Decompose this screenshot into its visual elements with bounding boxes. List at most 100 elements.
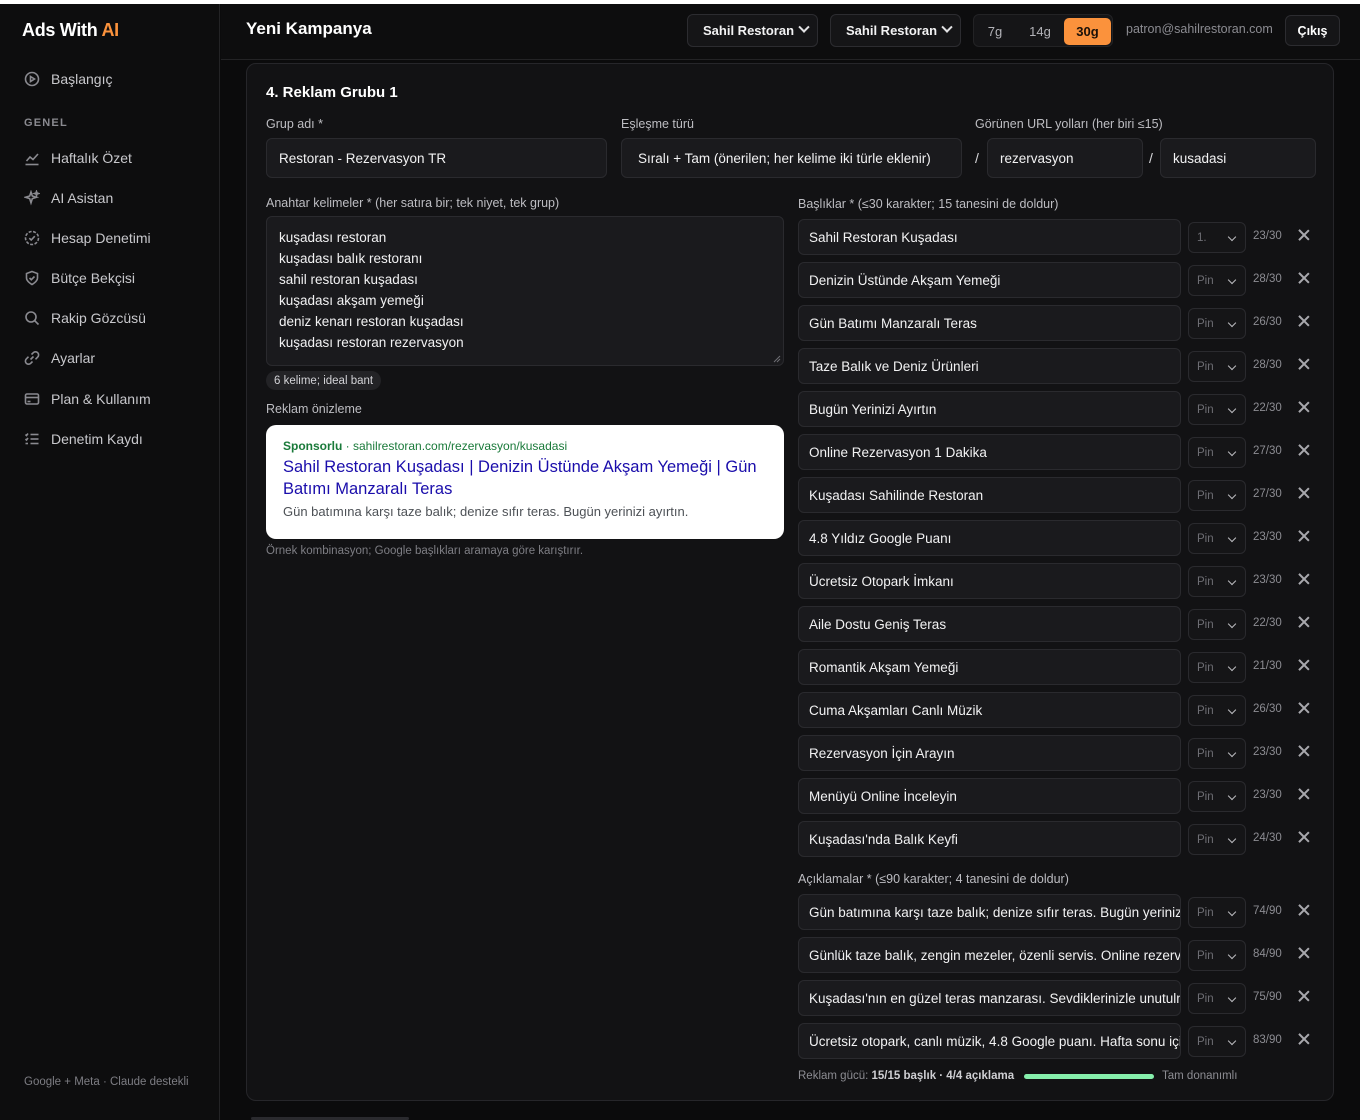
headline-input[interactable]: Online Rezervasyon 1 Dakika (798, 434, 1181, 470)
close-icon[interactable] (1298, 401, 1310, 413)
range-14d-button[interactable]: 14g (1021, 18, 1059, 45)
chevron-down-icon (1227, 950, 1237, 960)
close-icon[interactable] (1298, 315, 1310, 327)
pin-select[interactable]: Pin (1188, 738, 1246, 769)
brand-logo[interactable]: Ads With AI (22, 20, 119, 41)
chevron-down-icon (941, 21, 953, 33)
pin-select[interactable]: Pin (1188, 695, 1246, 726)
pin-select[interactable]: Pin (1188, 480, 1246, 511)
pin-select[interactable]: Pin (1188, 983, 1246, 1014)
url-path1-input[interactable]: rezervasyon (987, 138, 1143, 178)
pin-value: 1. (1197, 231, 1207, 244)
sidebar-item-label: Başlangıç (51, 71, 113, 87)
headline-input[interactable]: Romantik Akşam Yemeği (798, 649, 1181, 685)
pin-select[interactable]: Pin (1188, 523, 1246, 554)
headline-input[interactable]: Rezervasyon İçin Arayın (798, 735, 1181, 771)
pin-select[interactable]: Pin (1188, 265, 1246, 296)
pin-select[interactable]: Pin (1188, 897, 1246, 928)
headline-input[interactable]: Taze Balık ve Deniz Ürünleri (798, 348, 1181, 384)
close-icon[interactable] (1298, 272, 1310, 284)
pin-select[interactable]: Pin (1188, 308, 1246, 339)
close-icon[interactable] (1298, 616, 1310, 628)
headline-input[interactable]: Gün Batımı Manzaralı Teras (798, 305, 1181, 341)
close-icon[interactable] (1298, 702, 1310, 714)
pin-select[interactable]: Pin (1188, 394, 1246, 425)
sidebar-item-competitor-watch[interactable]: Rakip Gözcüsü (14, 303, 206, 333)
pin-select[interactable]: Pin (1188, 940, 1246, 971)
pin-value: Pin (1197, 661, 1214, 674)
range-30d-button[interactable]: 30g (1064, 18, 1111, 45)
headline-input[interactable]: Sahil Restoran Kuşadası (798, 219, 1181, 255)
chevron-down-icon (1227, 576, 1237, 586)
close-icon[interactable] (1298, 990, 1310, 1002)
headline-input[interactable]: 4.8 Yıldız Google Puanı (798, 520, 1181, 556)
headline-input[interactable]: Bugün Yerinizi Ayırtın (798, 391, 1181, 427)
char-count: 75/90 (1253, 991, 1282, 1003)
sidebar-item-ai-assistant[interactable]: AI Asistan (14, 183, 206, 213)
close-icon[interactable] (1298, 745, 1310, 757)
range-7d-button[interactable]: 7g (978, 18, 1012, 45)
account-select[interactable]: Sahil Restoran (687, 14, 818, 47)
close-icon[interactable] (1298, 530, 1310, 542)
match-type-select[interactable]: Sıralı + Tam (önerilen; her kelime iki t… (621, 138, 962, 178)
headline-input[interactable]: Kuşadası Sahilinde Restoran (798, 477, 1181, 513)
keywords-textarea[interactable]: kuşadası restoran kuşadası balık restora… (266, 216, 784, 366)
url-path2-input[interactable]: kusadasi (1160, 138, 1316, 178)
link-icon (24, 351, 40, 365)
pin-select[interactable]: 1. (1188, 222, 1246, 253)
sidebar-item-plan-usage[interactable]: Plan & Kullanım (14, 384, 206, 414)
campaign-select[interactable]: Sahil Restoran (830, 14, 961, 47)
resize-handle-icon[interactable] (772, 354, 781, 363)
sidebar-item-audit-log[interactable]: Denetim Kaydı (14, 424, 206, 454)
pin-select[interactable]: Pin (1188, 351, 1246, 382)
sidebar-item-budget-guard[interactable]: Bütçe Bekçisi (14, 263, 206, 293)
pin-select[interactable]: Pin (1188, 1026, 1246, 1057)
headline-input[interactable]: Aile Dostu Geniş Teras (798, 606, 1181, 642)
headline-input[interactable]: Menüyü Online İnceleyin (798, 778, 1181, 814)
sidebar-item-label: Rakip Gözcüsü (51, 310, 146, 326)
sidebar-item-account-audit[interactable]: Hesap Denetimi (14, 223, 206, 253)
headline-input[interactable]: Denizin Üstünde Akşam Yemeği (798, 262, 1181, 298)
close-icon[interactable] (1298, 659, 1310, 671)
pin-value: Pin (1197, 992, 1214, 1005)
shield-icon (25, 270, 39, 286)
description-input[interactable]: Günlük taze balık, zengin mezeler, özenl… (798, 937, 1181, 973)
char-count: 22/30 (1253, 402, 1282, 414)
pin-select[interactable]: Pin (1188, 824, 1246, 855)
pin-select[interactable]: Pin (1188, 781, 1246, 812)
close-icon[interactable] (1298, 831, 1310, 843)
keyword-count-badge: 6 kelime; ideal bant (266, 371, 382, 390)
headline-input[interactable]: Ücretsiz Otopark İmkanı (798, 563, 1181, 599)
pin-select[interactable]: Pin (1188, 566, 1246, 597)
sidebar-item-weekly-summary[interactable]: Haftalık Özet (14, 143, 206, 173)
close-icon[interactable] (1298, 358, 1310, 370)
pin-value: Pin (1197, 790, 1214, 803)
close-icon[interactable] (1298, 947, 1310, 959)
pin-value: Pin (1197, 317, 1214, 330)
sidebar-item-start[interactable]: Başlangıç (14, 64, 206, 94)
logout-button[interactable]: Çıkış (1285, 15, 1340, 46)
chart-icon (25, 153, 39, 166)
sidebar-item-settings[interactable]: Ayarlar (14, 343, 206, 373)
pin-select[interactable]: Pin (1188, 609, 1246, 640)
close-icon[interactable] (1298, 487, 1310, 499)
group-name-input[interactable]: Restoran - Rezervasyon TR (266, 138, 607, 178)
close-icon[interactable] (1298, 573, 1310, 585)
pin-select[interactable]: Pin (1188, 437, 1246, 468)
pin-value: Pin (1197, 446, 1214, 459)
pin-select[interactable]: Pin (1188, 652, 1246, 683)
description-input[interactable]: Ücretsiz otopark, canlı müzik, 4.8 Googl… (798, 1023, 1181, 1059)
char-count: 23/30 (1253, 531, 1282, 543)
close-icon[interactable] (1298, 1033, 1310, 1045)
close-icon[interactable] (1298, 229, 1310, 241)
preview-title: Sahil Restoran Kuşadası | Denizin Üstünd… (283, 458, 757, 498)
close-icon[interactable] (1298, 788, 1310, 800)
description-input[interactable]: Kuşadası'nın en güzel teras manzarası. S… (798, 980, 1181, 1016)
pin-value: Pin (1197, 949, 1214, 962)
headline-input[interactable]: Kuşadası'nda Balık Keyfi (798, 821, 1181, 857)
close-icon[interactable] (1298, 904, 1310, 916)
headline-input[interactable]: Cuma Akşamları Canlı Müzik (798, 692, 1181, 728)
close-icon[interactable] (1298, 444, 1310, 456)
description-input[interactable]: Gün batımına karşı taze balık; denize sı… (798, 894, 1181, 930)
chevron-down-icon (798, 21, 810, 33)
